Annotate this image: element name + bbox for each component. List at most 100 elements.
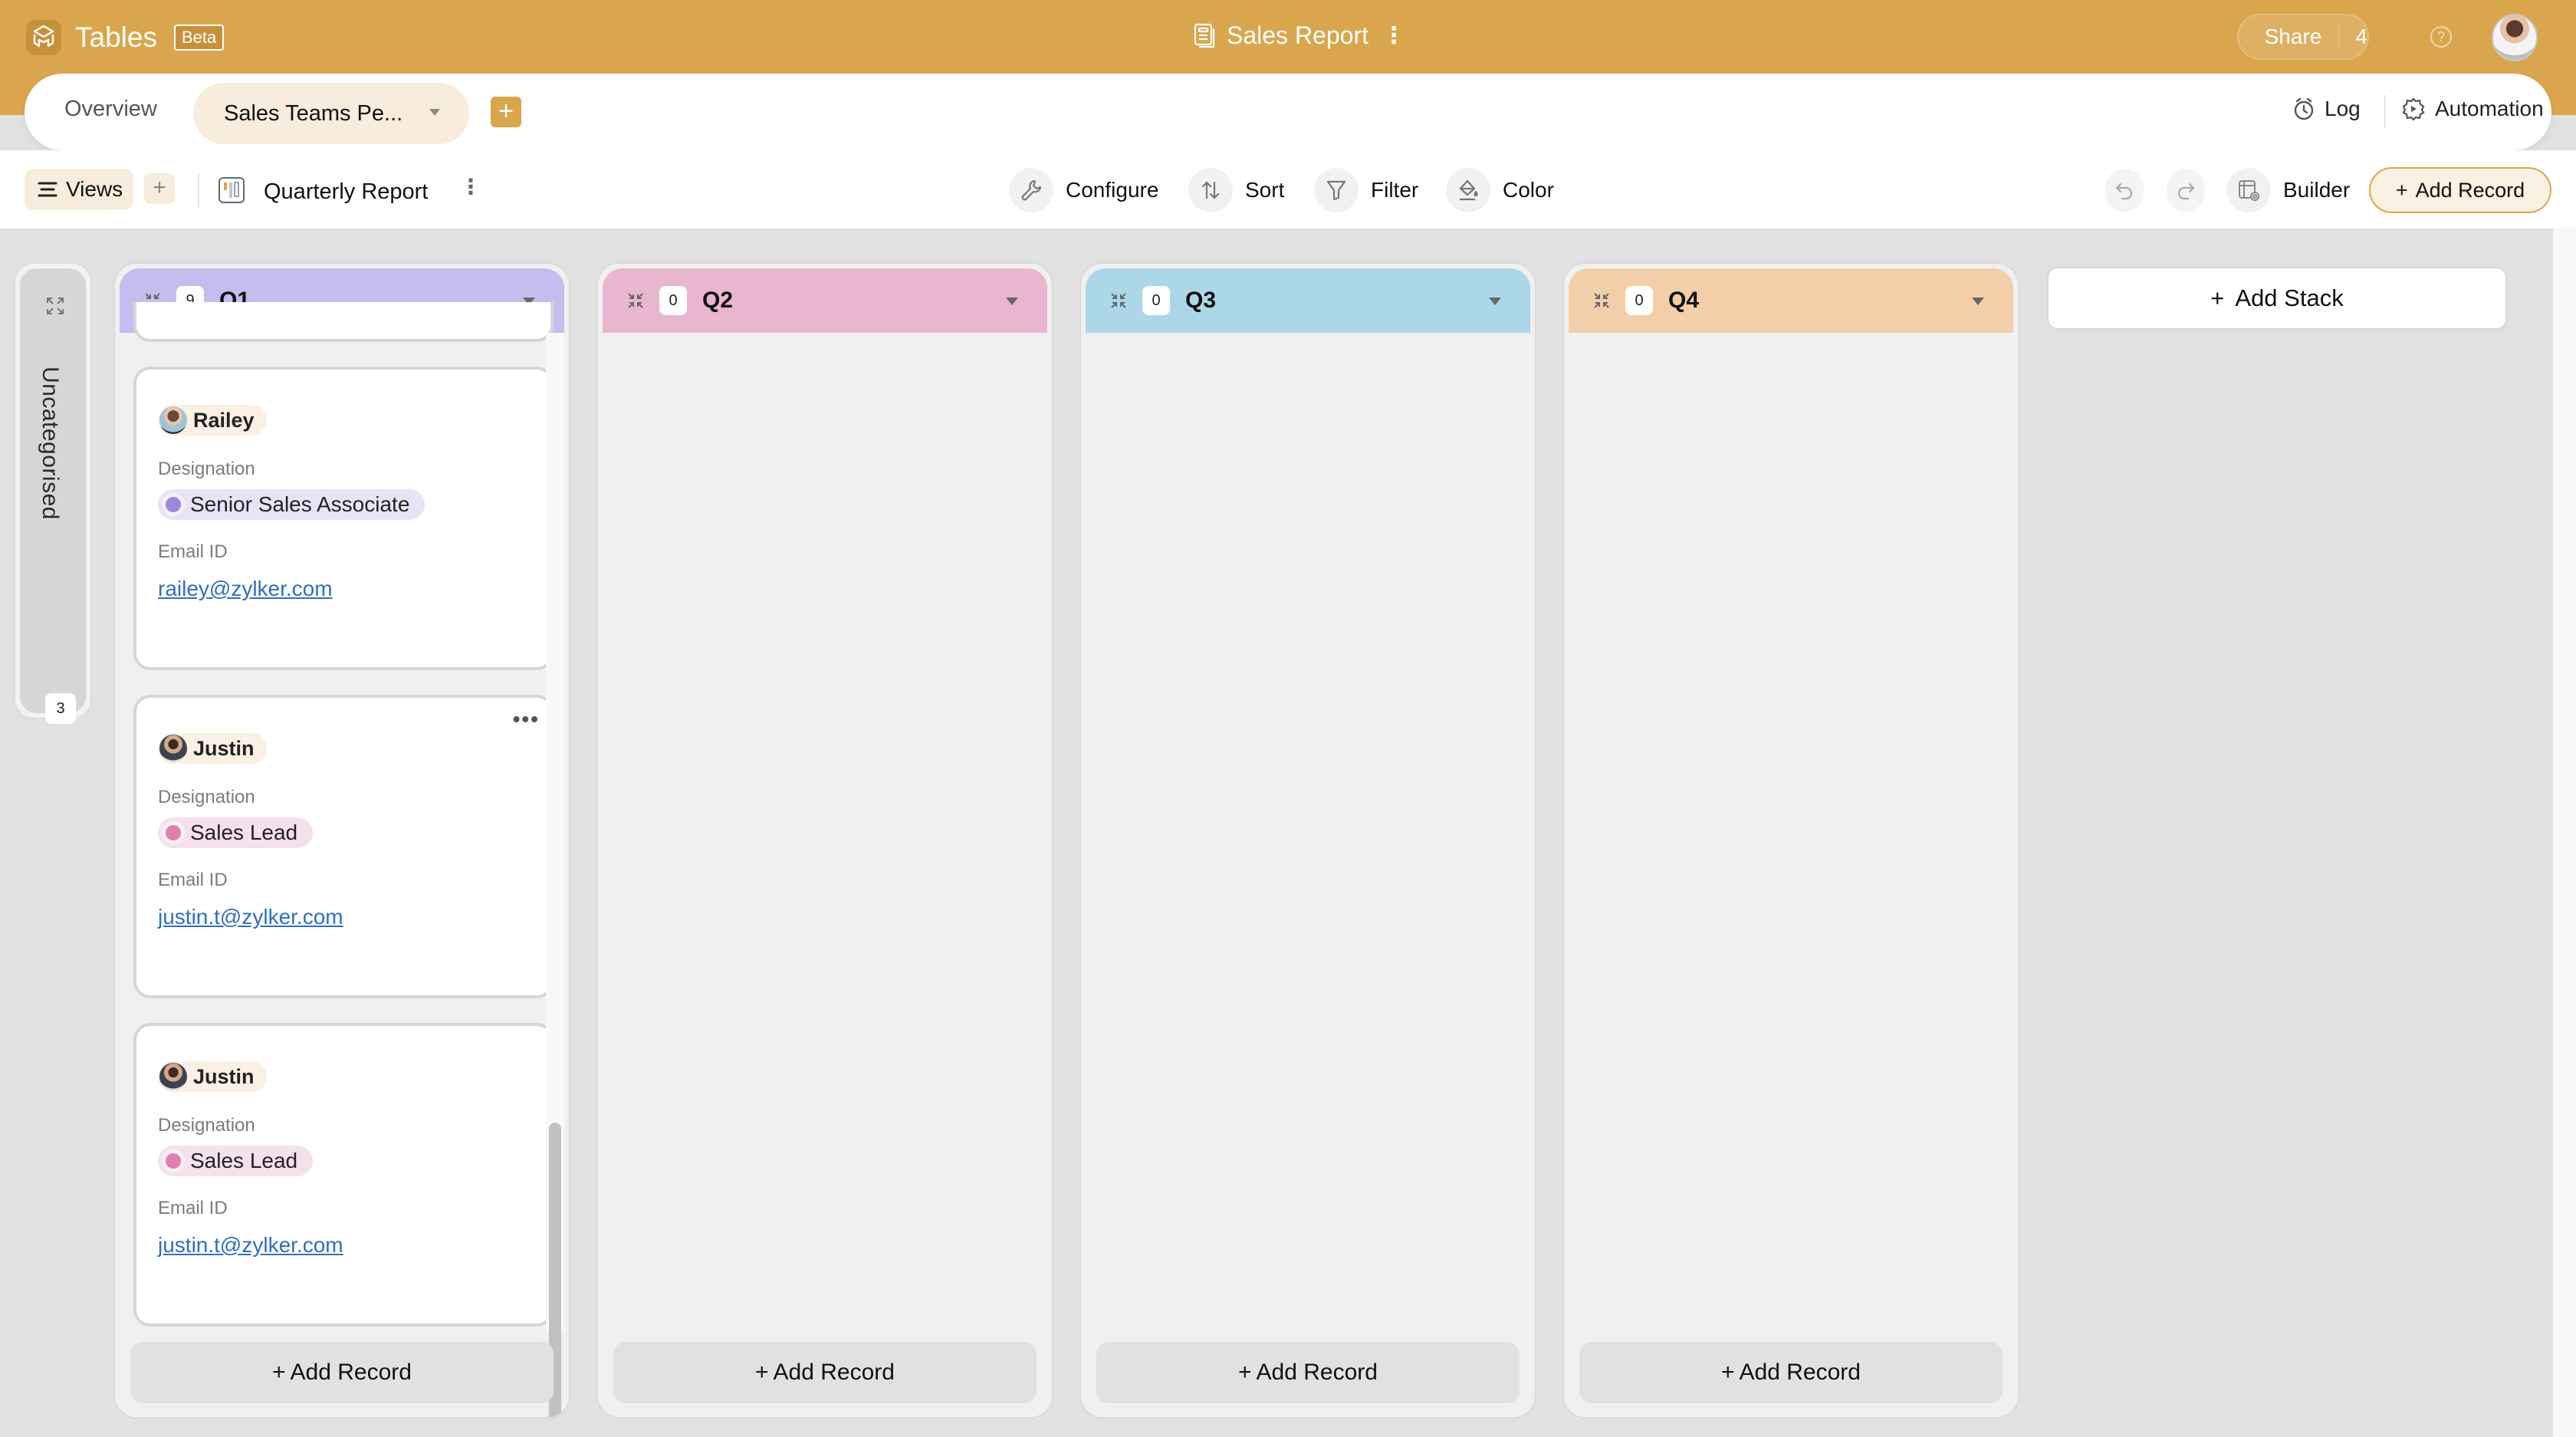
designation-value: Senior Sales Associate bbox=[190, 492, 410, 516]
record-card-partial[interactable] bbox=[133, 302, 554, 342]
current-view-name[interactable]: Quarterly Report bbox=[264, 179, 428, 205]
designation-label: Designation bbox=[158, 1115, 255, 1136]
color-button[interactable]: Color bbox=[1446, 168, 1554, 212]
designation-chip: Sales Lead bbox=[158, 817, 314, 848]
stack-menu-caret-icon[interactable] bbox=[1489, 298, 1501, 305]
stack-header[interactable]: 0 Q3 bbox=[1086, 268, 1530, 333]
stack-q2: 0 Q2 + Add Record bbox=[596, 262, 1053, 1419]
automation-gear-icon bbox=[2402, 97, 2425, 121]
help-icon[interactable]: ? bbox=[2430, 26, 2452, 48]
stack-add-record-button[interactable]: + Add Record bbox=[1579, 1342, 2003, 1403]
view-menu-icon[interactable]: ⋮ bbox=[460, 176, 481, 198]
stack-menu-caret-icon[interactable] bbox=[1006, 298, 1018, 305]
stack-header[interactable]: 0 Q4 bbox=[1569, 268, 2013, 333]
uncategorised-label: Uncategorised bbox=[38, 367, 63, 520]
user-avatar[interactable] bbox=[2492, 14, 2538, 61]
sort-label: Sort bbox=[1245, 178, 1285, 202]
person-name: Railey bbox=[193, 408, 255, 432]
views-button[interactable]: Views bbox=[25, 169, 133, 210]
stack-q4: 0 Q4 + Add Record bbox=[1562, 262, 2019, 1419]
collapse-icon[interactable] bbox=[1109, 291, 1129, 311]
undo-icon bbox=[2115, 183, 2133, 200]
filter-button[interactable]: Filter bbox=[1314, 168, 1419, 212]
designation-chip: Sales Lead bbox=[158, 1146, 314, 1176]
stack-title: Q4 bbox=[1668, 288, 1700, 313]
paint-bucket-icon bbox=[1446, 168, 1490, 212]
chevron-down-icon[interactable] bbox=[429, 109, 440, 116]
stack-add-record-label: Add Record bbox=[773, 1360, 895, 1385]
builder-icon bbox=[2226, 168, 2271, 212]
add-record-button[interactable]: + Add Record bbox=[2369, 167, 2551, 213]
beta-badge: Beta bbox=[173, 25, 225, 51]
designation-dot bbox=[166, 497, 181, 512]
filter-label: Filter bbox=[1371, 178, 1419, 202]
record-card[interactable]: Justin Designation Sales Lead Email ID j… bbox=[133, 1023, 554, 1327]
designation-label: Designation bbox=[158, 459, 255, 479]
stack-add-record-button[interactable]: + Add Record bbox=[613, 1342, 1037, 1403]
filter-funnel-icon bbox=[1314, 168, 1359, 212]
tables-logo-icon bbox=[26, 20, 61, 55]
stack-add-record-button[interactable]: + Add Record bbox=[130, 1342, 554, 1403]
stack-q1: 9 Q1 Railey Designation Senior Sales Ass… bbox=[113, 262, 570, 1419]
stopwatch-icon bbox=[2294, 97, 2314, 120]
designation-value: Sales Lead bbox=[190, 820, 298, 844]
record-card[interactable]: ••• Justin Designation Sales Lead Email … bbox=[133, 695, 554, 998]
designation-dot bbox=[166, 1153, 181, 1169]
board-scrollbar[interactable] bbox=[2553, 229, 2576, 1437]
stack-count: 0 bbox=[659, 286, 687, 315]
collapse-icon[interactable] bbox=[1592, 291, 1612, 311]
views-label: Views bbox=[66, 177, 123, 201]
add-table-button[interactable]: + bbox=[491, 97, 521, 127]
add-stack-button[interactable]: + Add Stack bbox=[2047, 267, 2507, 330]
automation-button[interactable]: Automation bbox=[2401, 97, 2544, 121]
uncategorised-body: Uncategorised 3 bbox=[20, 268, 86, 724]
record-card[interactable]: Railey Designation Senior Sales Associat… bbox=[133, 367, 554, 670]
color-label: Color bbox=[1503, 178, 1554, 202]
share-count: 4 bbox=[2355, 25, 2367, 48]
wrench-icon bbox=[1009, 168, 1053, 212]
stack-scrollbar[interactable] bbox=[546, 333, 564, 1417]
email-link[interactable]: justin.t@zylker.com bbox=[158, 905, 343, 929]
tab-sales-teams[interactable]: Sales Teams Pe... bbox=[193, 83, 469, 144]
app-name: Tables bbox=[75, 21, 157, 53]
avatar bbox=[159, 1063, 187, 1090]
redo-icon bbox=[2177, 183, 2195, 200]
sort-button[interactable]: Sort bbox=[1188, 168, 1285, 212]
document-title[interactable]: Sales Report ⋮ bbox=[1193, 21, 1405, 50]
undo-button[interactable] bbox=[2105, 169, 2144, 212]
sort-arrows-icon bbox=[1188, 168, 1233, 212]
stack-menu-caret-icon[interactable] bbox=[1972, 298, 1984, 305]
person-name: Justin bbox=[193, 1064, 255, 1088]
stack-add-record-button[interactable]: + Add Record bbox=[1096, 1342, 1520, 1403]
email-link[interactable]: justin.t@zylker.com bbox=[158, 1233, 343, 1258]
person-chip: Justin bbox=[158, 733, 267, 764]
plus-icon: + bbox=[755, 1360, 769, 1385]
share-label: Share bbox=[2264, 25, 2322, 48]
person-chip: Justin bbox=[158, 1061, 267, 1092]
configure-button[interactable]: Configure bbox=[1009, 168, 1158, 212]
tab-overview[interactable]: Overview bbox=[64, 97, 157, 122]
document-title-text: Sales Report bbox=[1227, 21, 1368, 49]
plus-icon: + bbox=[1721, 1360, 1735, 1385]
document-menu-icon[interactable]: ⋮ bbox=[1382, 22, 1405, 49]
add-stack-label: Add Stack bbox=[2235, 284, 2344, 311]
stack-add-record-label: Add Record bbox=[1739, 1360, 1861, 1385]
builder-label: Builder bbox=[2283, 178, 2351, 202]
plus-icon: + bbox=[272, 1360, 286, 1385]
stack-header[interactable]: 0 Q2 bbox=[603, 268, 1047, 333]
email-link[interactable]: railey@zylker.com bbox=[158, 577, 333, 601]
designation-chip: Senior Sales Associate bbox=[158, 489, 426, 520]
expand-icon[interactable] bbox=[45, 296, 65, 316]
collapse-icon[interactable] bbox=[626, 291, 646, 311]
stack-title: Q2 bbox=[702, 288, 734, 313]
share-button[interactable]: Share 4 bbox=[2237, 14, 2369, 60]
redo-button[interactable] bbox=[2167, 169, 2205, 212]
add-view-button[interactable]: + bbox=[144, 173, 175, 204]
more-options-icon[interactable]: ••• bbox=[513, 707, 540, 732]
stack-count: 0 bbox=[1625, 286, 1653, 315]
tab-divider bbox=[2384, 95, 2386, 127]
builder-button[interactable]: Builder bbox=[2226, 168, 2351, 212]
brand[interactable]: Tables Beta bbox=[26, 20, 225, 55]
log-button[interactable]: Log bbox=[2292, 97, 2361, 121]
stack-uncategorised[interactable]: Uncategorised 3 bbox=[14, 262, 92, 724]
